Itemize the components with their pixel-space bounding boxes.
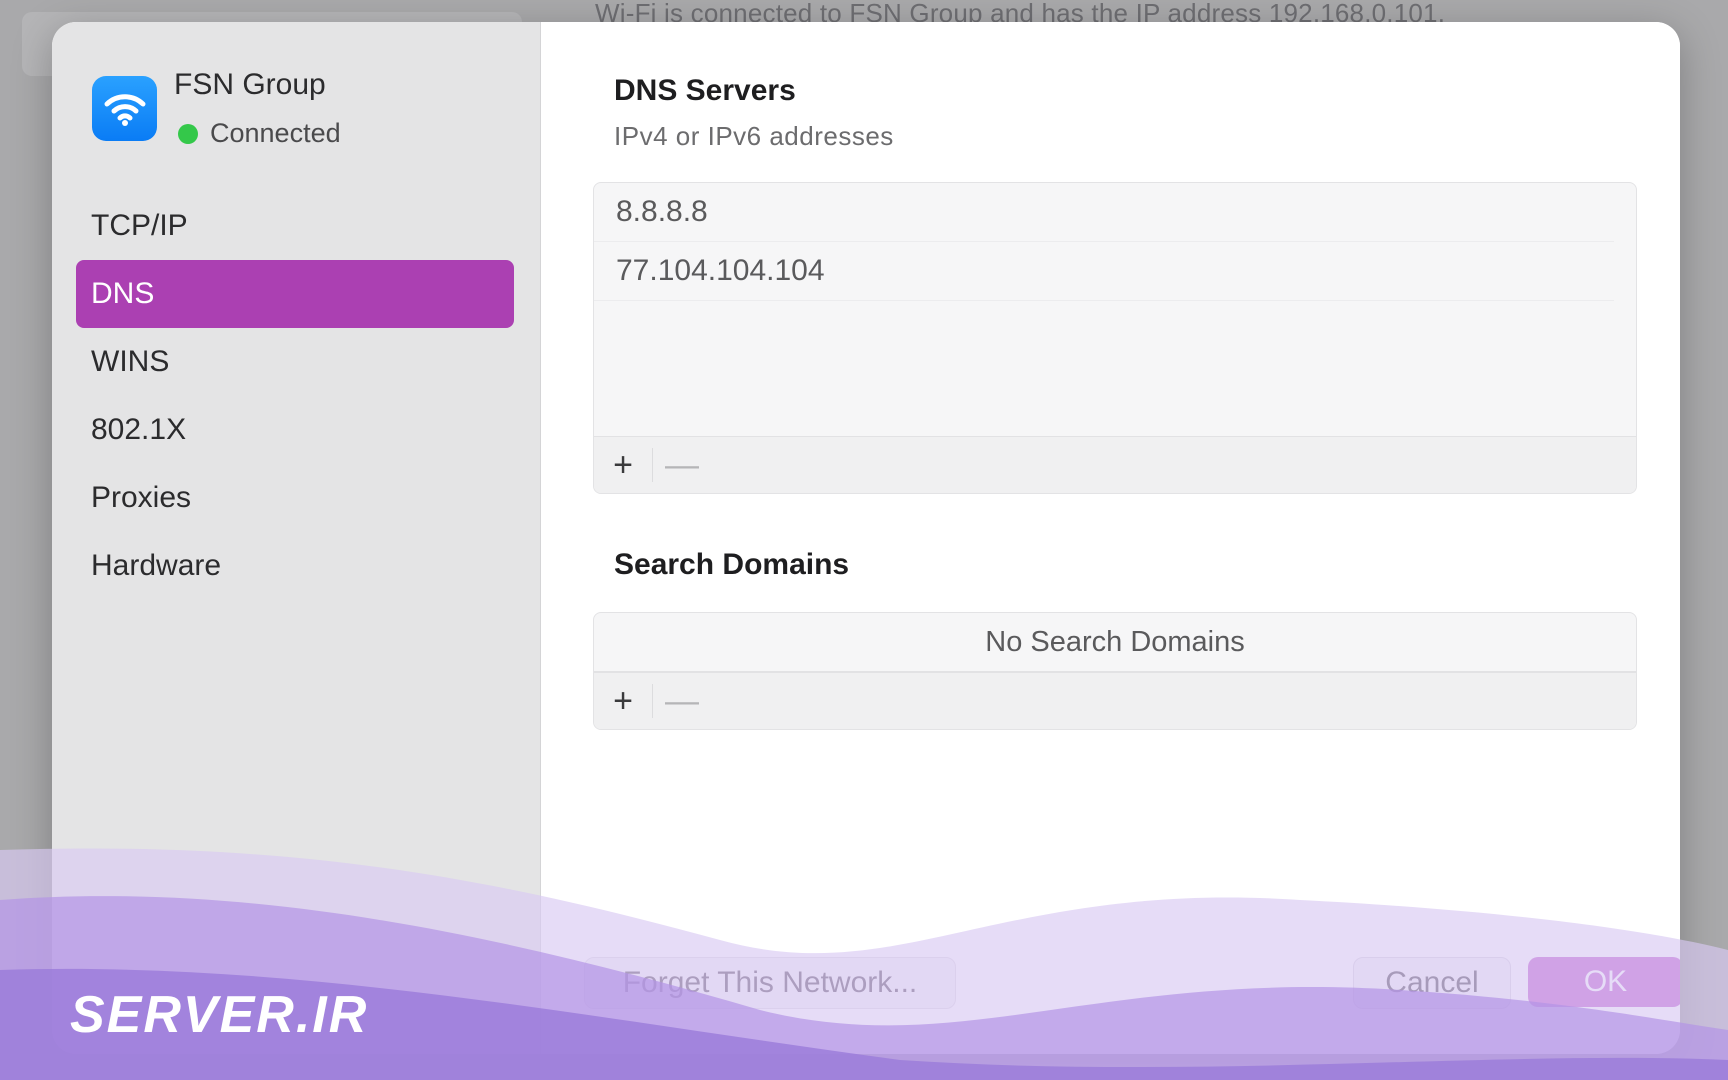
- wifi-icon: [92, 76, 157, 141]
- network-details-dialog: FSN Group Connected TCP/IP DNS WINS 802.…: [52, 22, 1680, 1054]
- search-domains-empty-text: No Search Domains: [594, 613, 1636, 672]
- list-item[interactable]: 77.104.104.104: [594, 242, 1614, 301]
- remove-search-domain-button[interactable]: —: [653, 673, 711, 729]
- dns-list-toolbar: + —: [594, 436, 1636, 493]
- ok-button[interactable]: OK: [1528, 957, 1680, 1007]
- dns-content-pane: DNS Servers IPv4 or IPv6 addresses 8.8.8…: [541, 22, 1680, 1054]
- list-item[interactable]: 8.8.8.8: [594, 183, 1614, 242]
- search-domains-toolbar: + —: [594, 672, 1636, 729]
- network-status: Connected: [174, 118, 341, 149]
- forget-network-button[interactable]: Forget This Network...: [584, 957, 956, 1009]
- network-name: FSN Group: [174, 68, 326, 101]
- remove-dns-server-button[interactable]: —: [653, 437, 711, 493]
- sidebar-item-hardware[interactable]: Hardware: [76, 532, 514, 600]
- add-search-domain-button[interactable]: +: [594, 673, 652, 729]
- network-status-label: Connected: [210, 118, 341, 148]
- sidebar-item-8021x[interactable]: 802.1X: [76, 396, 514, 464]
- sidebar-item-tcpip[interactable]: TCP/IP: [76, 192, 514, 260]
- sidebar-nav: TCP/IP DNS WINS 802.1X Proxies Hardware: [76, 192, 514, 600]
- sidebar: FSN Group Connected TCP/IP DNS WINS 802.…: [52, 22, 541, 1054]
- dns-servers-list[interactable]: 8.8.8.8 77.104.104.104 + —: [593, 182, 1637, 494]
- search-domains-title: Search Domains: [614, 548, 850, 581]
- cancel-button[interactable]: Cancel: [1353, 957, 1511, 1009]
- dns-servers-title: DNS Servers: [614, 74, 796, 107]
- status-dot-icon: [178, 123, 198, 144]
- dns-servers-subtitle: IPv4 or IPv6 addresses: [614, 121, 894, 151]
- sidebar-item-proxies[interactable]: Proxies: [76, 464, 514, 532]
- watermark-logo: SERVER.IR: [70, 986, 369, 1044]
- add-dns-server-button[interactable]: +: [594, 437, 652, 493]
- search-domains-list[interactable]: No Search Domains + —: [593, 612, 1637, 730]
- sidebar-item-dns[interactable]: DNS: [76, 260, 514, 328]
- sidebar-item-wins[interactable]: WINS: [76, 328, 514, 396]
